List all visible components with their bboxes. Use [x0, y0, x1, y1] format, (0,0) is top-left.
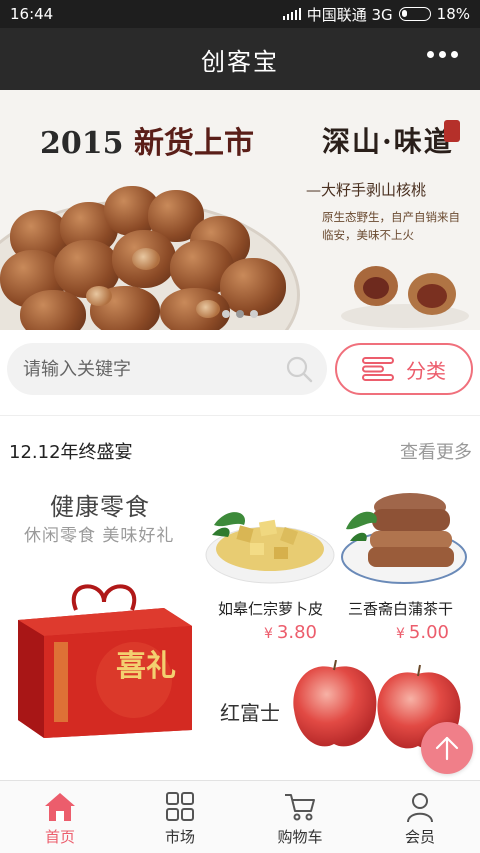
featured-label[interactable]: 红富士 — [220, 697, 280, 726]
home-icon — [45, 793, 75, 821]
nav-label-home: 首页 — [44, 828, 75, 846]
battery-label: 18% — [436, 5, 470, 23]
product-name: 三香斋白蒲茶干 — [348, 600, 454, 618]
cart-icon — [285, 794, 315, 821]
user-icon — [407, 793, 433, 823]
divider — [0, 415, 480, 416]
arrow-up-icon — [435, 736, 459, 761]
section-title: 12.12年终盛宴 — [9, 442, 133, 463]
promo-title: 健康零食 — [50, 493, 150, 521]
nav-label-member: 会员 — [404, 828, 435, 846]
app-header: 创客宝 — [0, 28, 480, 90]
bottom-nav: 首页 市场 购物车 会员 — [0, 780, 480, 853]
brand-seal-icon — [444, 120, 460, 142]
gift-box-image: 喜礼 — [18, 584, 192, 738]
carousel-dot-active[interactable] — [236, 310, 244, 318]
signal-icon — [282, 8, 301, 20]
grid-icon — [166, 792, 194, 821]
carrier-label: 中国联通 3G — [306, 5, 393, 24]
category-button[interactable]: 分类 — [335, 343, 473, 395]
walnut-kernel-image — [341, 266, 469, 328]
product-price: ¥3.80 — [264, 622, 317, 643]
nav-item-member[interactable]: 会员 — [360, 781, 480, 853]
search-bar[interactable] — [7, 343, 327, 395]
search-input[interactable] — [23, 358, 273, 380]
promo-subtitle: 休闲零食 美味好礼 — [24, 526, 175, 546]
status-bar: 16:44 中国联通 3G 18% — [0, 0, 480, 28]
product-card[interactable]: 三香斋白蒲茶干 ¥5.00 — [336, 475, 476, 650]
nav-item-market[interactable]: 市场 — [120, 781, 240, 853]
page-title: 创客宝 — [201, 47, 279, 76]
nav-label-market: 市场 — [164, 828, 195, 846]
category-label: 分类 — [406, 358, 446, 383]
scroll-top-button[interactable] — [421, 722, 473, 774]
search-icon[interactable] — [285, 355, 313, 383]
product-price: ¥5.00 — [396, 622, 449, 643]
status-indicators: 中国联通 3G 18% — [282, 4, 470, 25]
promo-banner[interactable]: 2015 新货上市 深山·味道 —大籽手剥山核桃 原生态野生，自产自销来自临安，… — [0, 90, 480, 330]
battery-icon — [398, 7, 431, 21]
status-time: 16:44 — [10, 5, 54, 23]
nav-label-cart: 购物车 — [277, 828, 323, 846]
banner-tagline: —大籽手剥山核桃 — [306, 181, 427, 199]
carousel-dot[interactable] — [222, 310, 230, 318]
tofu-snack-image — [341, 493, 467, 584]
carousel-dots[interactable] — [222, 310, 258, 318]
view-more-link[interactable]: 查看更多 — [400, 438, 472, 464]
product-name: 如皋仁宗萝卜皮 — [218, 600, 324, 618]
promo-card-snacks[interactable]: 健康零食 休闲零食 美味好礼 喜礼 — [0, 475, 200, 760]
nav-item-cart[interactable]: 购物车 — [240, 781, 360, 853]
menu-lines-icon — [362, 357, 394, 381]
banner-headline: 2015 新货上市 — [40, 126, 254, 161]
banner-brand: 深山·味道 — [322, 125, 454, 158]
more-dots-icon[interactable] — [427, 51, 458, 58]
nav-item-home[interactable]: 首页 — [0, 781, 120, 853]
banner-description: 原生态野生，自产自销来自临安，美味不上火 — [322, 210, 460, 242]
carousel-dot[interactable] — [250, 310, 258, 318]
product-card[interactable]: 如皋仁宗萝卜皮 ¥3.80 — [200, 475, 340, 650]
gift-box-text: 喜礼 — [116, 649, 176, 684]
radish-snack-image — [205, 512, 335, 584]
